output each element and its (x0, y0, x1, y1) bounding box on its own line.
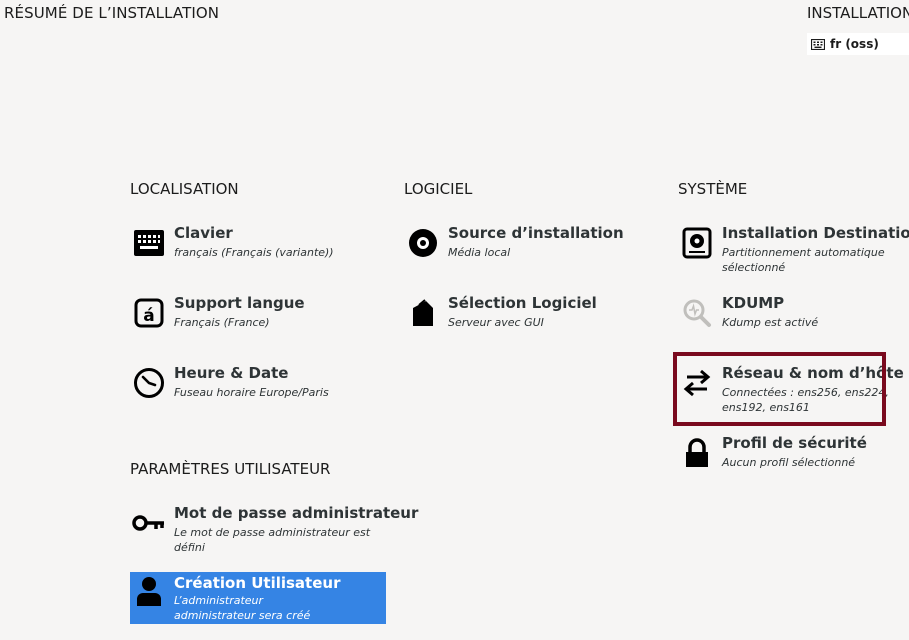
user-icon (132, 574, 166, 608)
lock-icon (680, 436, 714, 470)
spoke-label: Clavier (174, 224, 233, 242)
section-title-systeme: SYSTÈME (678, 180, 748, 198)
keyboard-layout-indicator[interactable]: fr (oss) (807, 33, 909, 55)
spoke-label: Sélection Logiciel (448, 294, 597, 312)
spoke-status: Média local (448, 246, 511, 259)
keyboard-layout-label: fr (oss) (830, 37, 879, 51)
spoke-status: Fuseau horaire Europe/Paris (174, 386, 329, 399)
spoke-status: L’administrateur administrateur sera cré… (174, 594, 311, 622)
spoke-status: Français (France) (174, 316, 270, 329)
spoke-profil-securite[interactable]: Profil de sécurité Aucun profil sélectio… (678, 434, 909, 486)
spoke-mot-de-passe[interactable]: Mot de passe administrateur Le mot de pa… (130, 504, 418, 564)
spoke-status: Partitionnement automatique sélectionné (722, 246, 885, 274)
spoke-kdump[interactable]: KDUMP Kdump est activé (678, 294, 909, 346)
spoke-selection-logiciel[interactable]: Sélection Logiciel Serveur avec GUI (404, 294, 660, 346)
spoke-status: Serveur avec GUI (448, 316, 544, 329)
spoke-label: Source d’installation (448, 224, 624, 242)
svg-text:á: á (143, 306, 154, 326)
install-title: INSTALLATION (807, 4, 909, 22)
spoke-status: Aucun profil sélectionné (722, 456, 856, 469)
focus-highlight (673, 352, 886, 426)
clock-icon (132, 366, 166, 400)
spoke-label: KDUMP (722, 294, 785, 312)
spoke-clavier[interactable]: Clavier français (Français (variante)) (130, 224, 386, 276)
search-icon (680, 296, 714, 330)
spoke-source-installation[interactable]: Source d’installation Média local (404, 224, 660, 276)
page-title: RÉSUMÉ DE L’INSTALLATION (4, 4, 220, 22)
spoke-status: français (Français (variante)) (174, 246, 334, 259)
section-title-logiciel: LOGICIEL (404, 180, 473, 198)
spoke-label: Création Utilisateur (174, 574, 341, 592)
spoke-status: Kdump est activé (722, 316, 819, 329)
section-title-localisation: LOCALISATION (130, 180, 239, 198)
spoke-heure-date[interactable]: Heure & Date Fuseau horaire Europe/Paris (130, 364, 386, 416)
key-icon (132, 506, 166, 540)
spoke-support-langue[interactable]: á Support langue Français (France) (130, 294, 386, 346)
harddisk-icon (680, 226, 714, 260)
package-icon (406, 296, 440, 330)
disc-icon (406, 226, 440, 260)
language-icon: á (132, 296, 166, 330)
section-title-utilisateur: PARAMÈTRES UTILISATEUR (130, 460, 331, 478)
spoke-label: Support langue (174, 294, 305, 312)
spoke-creation-utilisateur[interactable]: Création Utilisateur L’administrateur ad… (130, 572, 386, 624)
spoke-label: Profil de sécurité (722, 434, 867, 452)
spoke-installation-destination[interactable]: Installation Destination Partitionnement… (678, 224, 909, 276)
spoke-label: Heure & Date (174, 364, 289, 382)
spoke-status: Le mot de passe administrateur est défin… (174, 526, 371, 554)
spoke-label: Mot de passe administrateur (174, 504, 419, 522)
spoke-label: Installation Destination (722, 224, 909, 242)
keyboard-icon (810, 35, 826, 54)
keyboard-icon (132, 226, 166, 260)
